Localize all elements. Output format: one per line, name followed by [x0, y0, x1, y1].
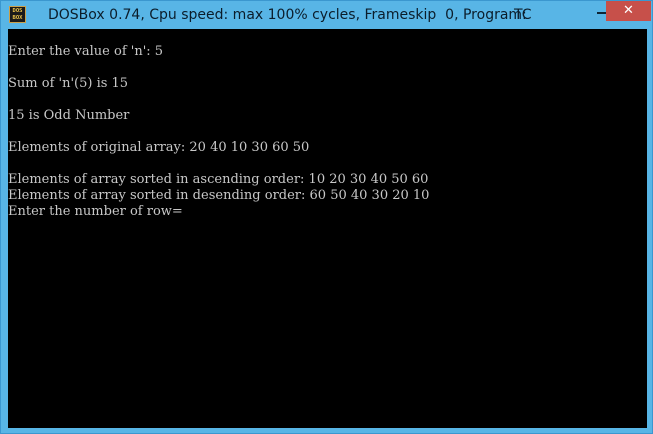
console-line-row-prompt: Enter the number of row= [8, 204, 183, 219]
close-icon: ✕ [623, 3, 634, 18]
console-line-sorted-descending: Elements of array sorted in desending or… [8, 188, 430, 203]
dosbox-window: DOS BOX DOSBox 0.74, Cpu speed: max 100%… [0, 0, 653, 434]
title-bar[interactable]: DOS BOX DOSBox 0.74, Cpu speed: max 100%… [1, 1, 652, 29]
app-icon-text-bottom: BOX [12, 15, 23, 21]
dos-console[interactable]: Enter the value of 'n': 5 Sum of 'n'(5) … [8, 29, 647, 428]
program-name: TC [514, 7, 532, 23]
dosbox-app-icon[interactable]: DOS BOX [9, 6, 26, 23]
window-title: DOSBox 0.74, Cpu speed: max 100% cycles,… [48, 7, 527, 23]
close-button[interactable]: ✕ [606, 1, 651, 21]
console-line-odd: 15 is Odd Number [8, 108, 130, 123]
app-icon-text-top: DOS [12, 8, 23, 14]
console-line-original-array: Elements of original array: 20 40 10 30 … [8, 140, 310, 155]
console-line-sum: Sum of 'n'(5) is 15 [8, 76, 129, 91]
console-line-sorted-ascending: Elements of array sorted in ascending or… [8, 172, 429, 187]
console-line-input-n: Enter the value of 'n': 5 [8, 44, 164, 59]
